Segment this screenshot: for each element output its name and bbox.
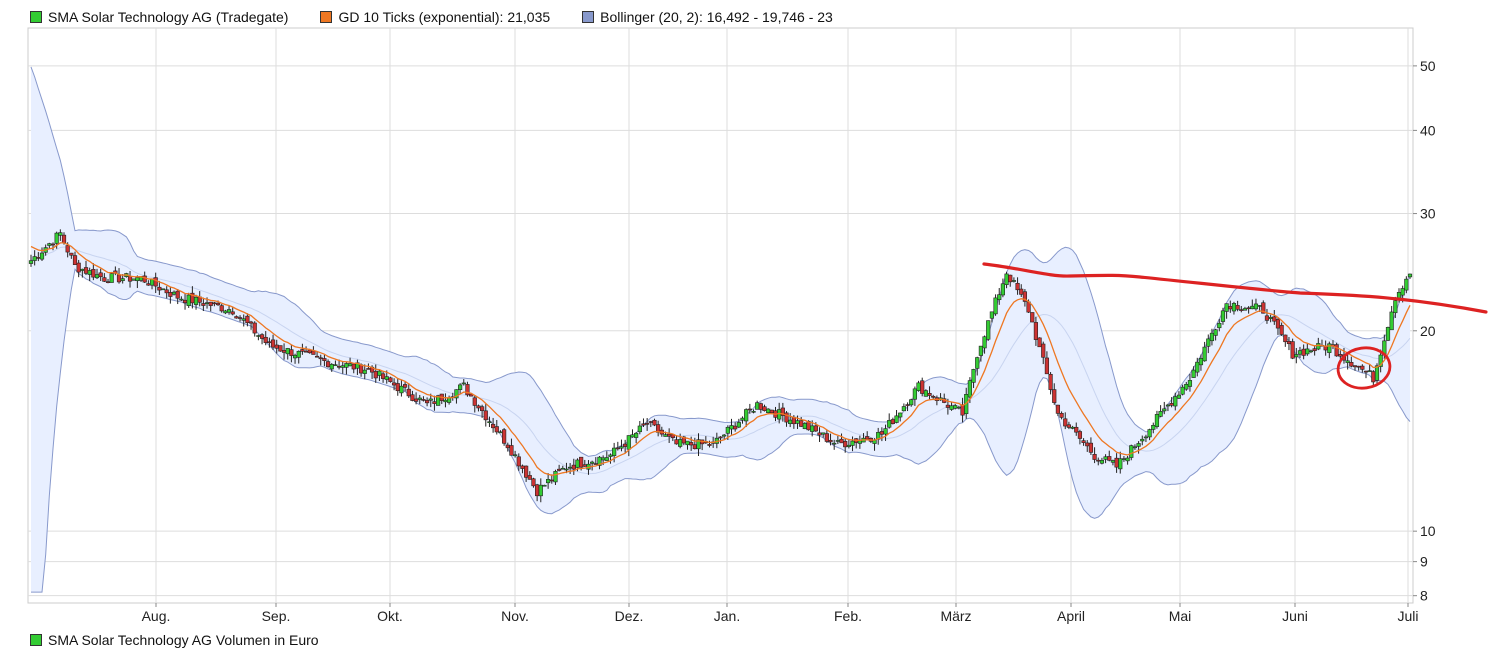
x-tick-label: Aug.: [142, 608, 171, 624]
candlestick: [160, 288, 166, 291]
candlestick: [986, 320, 991, 341]
candlestick: [131, 278, 136, 281]
x-tick-label: Feb.: [834, 608, 862, 624]
x-tick-label: Nov.: [501, 608, 529, 624]
x-tick-label: Sep.: [262, 608, 291, 624]
x-tick-label: März: [940, 608, 971, 624]
candlestick: [802, 422, 807, 430]
x-tick-label: Jan.: [714, 608, 740, 624]
candlestick: [278, 345, 283, 352]
x-tick-label: Mai: [1169, 608, 1192, 624]
x-tick-label: Okt.: [377, 608, 403, 624]
candlestick: [1030, 312, 1035, 323]
volume-legend-label: SMA Solar Technology AG Volumen in Euro: [48, 632, 319, 648]
candlestick: [186, 292, 191, 308]
volume-legend: SMA Solar Technology AG Volumen in Euro: [30, 632, 319, 648]
x-tick-label: April: [1057, 608, 1085, 624]
candlestick: [1290, 338, 1295, 360]
y-tick-label: 10: [1420, 523, 1436, 539]
candlestick: [1334, 342, 1339, 357]
candlestick: [109, 271, 114, 283]
candlestick: [388, 376, 393, 383]
x-tick-label: Juni: [1282, 608, 1308, 624]
volume-legend-swatch: [30, 634, 42, 646]
y-tick-label: 20: [1420, 323, 1436, 339]
x-tick-label: Dez.: [615, 608, 644, 624]
price-chart: 8 9 10 20 30 40 50 Aug. Sep. Okt. Nov. Dez. Jan. Feb.…: [27, 27, 1488, 624]
y-tick-label: 30: [1420, 206, 1436, 222]
candlestick: [502, 428, 507, 446]
y-tick-label: 8: [1420, 588, 1428, 604]
candlestick: [923, 389, 928, 397]
y-tick-label: 50: [1420, 58, 1436, 74]
candlestick: [542, 484, 547, 487]
y-tick-label: 9: [1420, 554, 1428, 570]
x-tick-label: Juli: [1397, 608, 1418, 624]
candlestick: [1385, 326, 1391, 342]
y-tick-label: 40: [1420, 122, 1436, 138]
candlestick: [1037, 337, 1042, 348]
